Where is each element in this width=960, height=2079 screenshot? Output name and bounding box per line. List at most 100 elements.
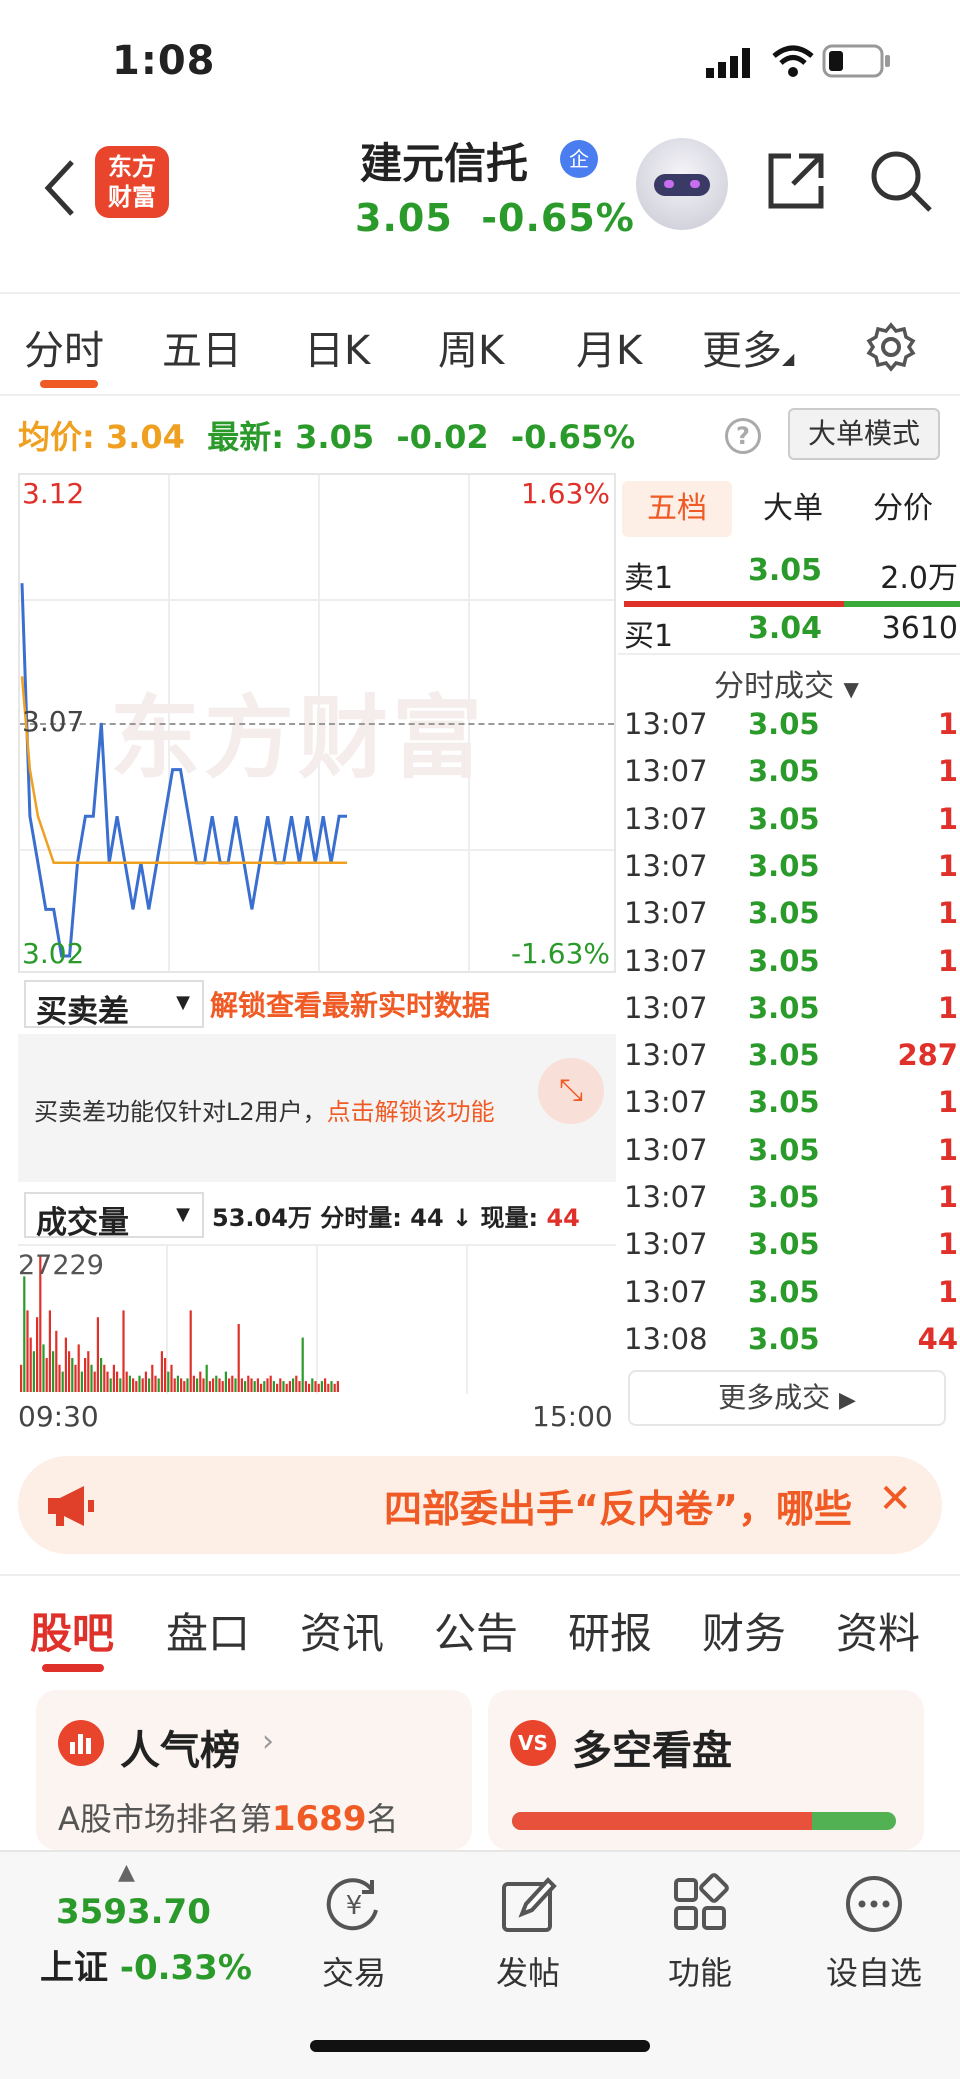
trade-row: 13:07 3.05 1 <box>624 990 958 1025</box>
volume-bar <box>157 1378 160 1392</box>
trade-row: 13:07 3.05 1 <box>624 1132 958 1167</box>
sell-bar <box>624 601 844 607</box>
trades-header[interactable]: 分时成交 ▼ <box>714 661 859 705</box>
tab-finance[interactable]: 财务 <box>702 1600 786 1661</box>
tab-weekly-k[interactable]: 周K <box>438 318 504 376</box>
volume-bar <box>93 1371 96 1392</box>
volume-bar <box>311 1378 314 1392</box>
back-icon[interactable] <box>40 158 80 218</box>
volume-bar <box>64 1337 67 1392</box>
help-icon[interactable]: ? <box>725 418 761 454</box>
volume-bar <box>103 1364 106 1392</box>
share-icon[interactable] <box>765 150 827 212</box>
volume-bar <box>308 1383 311 1392</box>
volume-max-label: 27229 <box>18 1250 104 1281</box>
tab-more[interactable]: 更多◢ <box>702 318 794 376</box>
long-short-title: 多空看盘 <box>572 1728 732 1774</box>
volume-bar <box>109 1378 112 1392</box>
order-book-panel: 五档 大单 分价 卖1 3.05 2.0万 买1 3.04 3610 分时成交 … <box>618 473 960 1433</box>
volume-bar <box>128 1375 131 1392</box>
volume-bar <box>320 1381 323 1392</box>
nav-trade[interactable]: ¥ 交易 <box>284 1872 424 1994</box>
tab-announcements[interactable]: 公告 <box>434 1600 518 1661</box>
tab-intraday[interactable]: 分时 <box>24 318 104 376</box>
svg-text:¥: ¥ <box>346 1891 363 1921</box>
long-ratio-fill <box>512 1812 812 1830</box>
tab-pankou[interactable]: 盘口 <box>166 1600 250 1661</box>
avg-price: 3.04 <box>105 418 185 456</box>
volume-bar <box>221 1381 224 1392</box>
volume-bar <box>231 1375 234 1392</box>
tab-guba[interactable]: 股吧 <box>30 1600 114 1661</box>
tab-five-day[interactable]: 五日 <box>162 318 242 376</box>
price-change-pct: -0.65% <box>481 196 635 240</box>
volume-bar <box>132 1378 135 1392</box>
unlock-feature-link[interactable]: 点击解锁该功能 <box>327 1098 495 1126</box>
popularity-title: 人气榜 <box>120 1728 240 1774</box>
settings-gear-icon[interactable] <box>866 322 916 372</box>
chart-bars-icon <box>58 1720 104 1766</box>
volume-bar <box>36 1317 39 1392</box>
volume-chart[interactable]: 27229 <box>18 1244 616 1394</box>
volume-bar <box>154 1375 157 1392</box>
trade-row: 13:07 3.05 1 <box>624 1227 958 1262</box>
active-tab-indicator <box>42 1664 104 1672</box>
indicator-selector-bsd[interactable]: 买卖差 ▼ <box>24 980 204 1030</box>
news-text[interactable]: 四部委出手“反内卷”，哪些 <box>384 1478 852 1533</box>
index-ticker[interactable]: 上证 -0.33% <box>40 1940 252 1989</box>
index-value[interactable]: 3593.70 <box>56 1892 211 1932</box>
nav-functions[interactable]: 功能 <box>630 1872 770 1994</box>
battery-icon <box>822 44 890 78</box>
tab-news[interactable]: 资讯 <box>300 1600 384 1661</box>
volume-bar <box>205 1364 208 1392</box>
tab-price-levels[interactable]: 分价 <box>848 481 958 537</box>
big-order-mode-button[interactable]: 大单模式 <box>788 408 940 460</box>
volume-bar <box>282 1381 285 1392</box>
nav-post[interactable]: 发帖 <box>458 1872 598 1994</box>
volume-bar <box>80 1371 83 1392</box>
trade-yen-icon: ¥ <box>326 1878 378 1931</box>
volume-bar <box>141 1378 144 1392</box>
news-banner[interactable]: 四部委出手“反内卷”，哪些 ✕ <box>18 1456 942 1554</box>
volume-bar <box>68 1351 71 1392</box>
assistant-robot-icon[interactable] <box>636 138 728 230</box>
long-short-card[interactable]: VS 多空看盘 <box>488 1690 924 1850</box>
volume-bar <box>138 1375 141 1392</box>
trade-row: 13:07 3.05 1 <box>624 943 958 978</box>
volume-bar <box>199 1371 202 1392</box>
indicator-selector-volume[interactable]: 成交量 ▼ <box>24 1192 204 1241</box>
stock-name[interactable]: 建元信托 <box>360 130 528 191</box>
volume-bar <box>218 1378 221 1392</box>
volume-bar <box>180 1378 183 1392</box>
volume-bar <box>292 1378 295 1392</box>
time-start-label: 09:30 <box>18 1400 99 1433</box>
app-logo[interactable]: 东方 财富 <box>95 146 169 218</box>
intraday-chart[interactable]: 东方财富 3.12 3.07 3.02 1.63% -1.63% <box>18 473 616 973</box>
unlock-link[interactable]: 解锁查看最新实时数据 <box>210 984 490 1024</box>
close-icon[interactable]: ✕ <box>878 1476 912 1522</box>
buy-bar <box>844 601 960 607</box>
active-tab-indicator <box>40 380 98 388</box>
megaphone-icon <box>48 1486 94 1526</box>
more-trades-button[interactable]: 更多成交 ▶ <box>628 1370 946 1426</box>
volume-bar <box>215 1375 218 1392</box>
tab-monthly-k[interactable]: 月K <box>576 318 642 376</box>
volume-bar <box>90 1364 93 1392</box>
tab-five-levels[interactable]: 五档 <box>622 481 732 537</box>
y-max-label: 3.12 <box>22 477 85 510</box>
volume-bar <box>23 1276 26 1392</box>
expand-up-icon[interactable]: ▲ <box>118 1860 135 1885</box>
volume-bar <box>250 1378 253 1392</box>
y-mid-label: 3.07 <box>22 705 85 738</box>
tab-big-orders[interactable]: 大单 <box>740 481 846 537</box>
volume-bars <box>20 1256 339 1392</box>
volume-bar <box>32 1351 35 1392</box>
volume-bar <box>336 1381 339 1392</box>
tab-daily-k[interactable]: 日K <box>304 318 370 376</box>
tab-research[interactable]: 研报 <box>568 1600 652 1661</box>
popularity-card[interactable]: 人气榜 › A股市场排名第1689名 <box>36 1690 472 1850</box>
search-icon[interactable] <box>868 148 934 214</box>
nav-add-watchlist[interactable]: 设自选 <box>804 1872 944 1994</box>
tab-profile[interactable]: 资料 <box>836 1600 920 1661</box>
expand-icon[interactable]: ⤡ <box>538 1058 604 1124</box>
